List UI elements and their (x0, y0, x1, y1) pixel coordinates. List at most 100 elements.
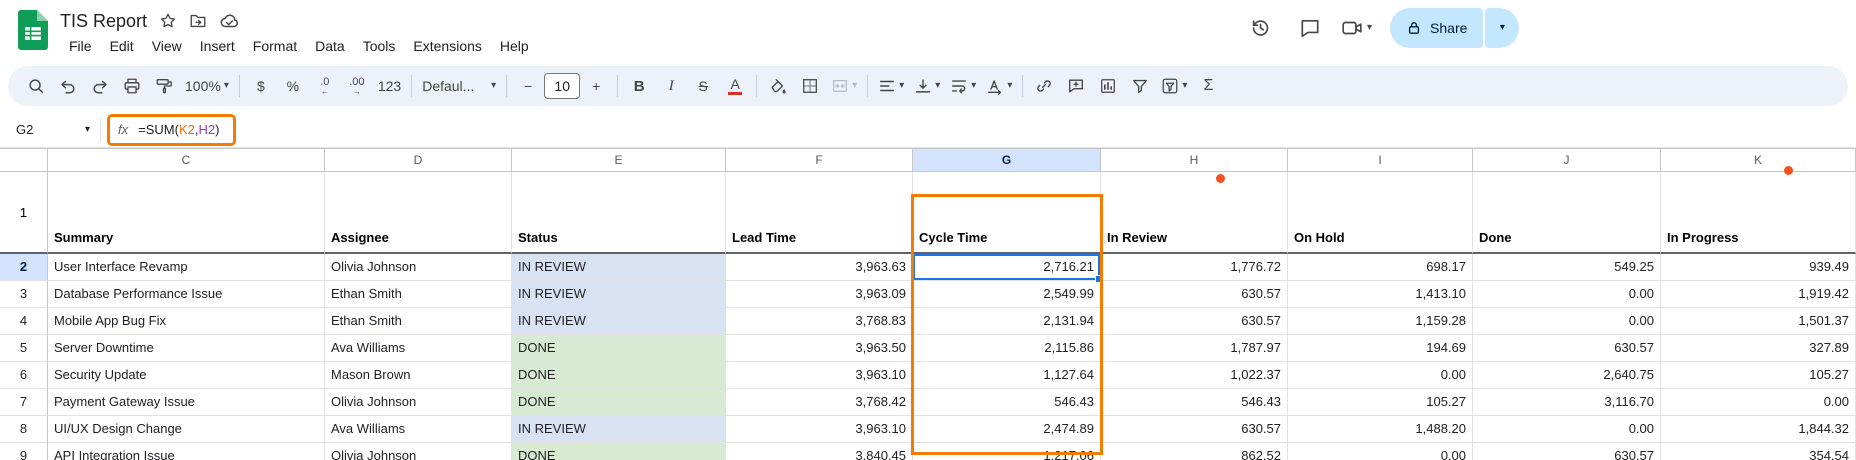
cell-status[interactable]: DONE (512, 335, 726, 362)
cell-in-progress[interactable]: 1,501.37 (1661, 308, 1856, 335)
menu-extensions[interactable]: Extensions (404, 36, 490, 56)
cell-lead-time[interactable]: 3,840.45 (726, 443, 913, 460)
cell-assignee[interactable]: Mason Brown (325, 362, 512, 389)
cell-assignee[interactable]: Ava Williams (325, 335, 512, 362)
insert-link-button[interactable] (1028, 71, 1060, 101)
column-header-e[interactable]: E (512, 148, 726, 172)
redo-button[interactable] (84, 71, 116, 101)
font-select[interactable]: Defaul... ▾ (417, 71, 501, 101)
cell-on-hold[interactable]: 194.69 (1288, 335, 1473, 362)
cell-summary-header[interactable]: Summary (48, 172, 325, 254)
borders-button[interactable] (794, 71, 826, 101)
name-box[interactable]: G2 ▾ (0, 122, 100, 137)
menu-edit[interactable]: Edit (101, 36, 143, 56)
cell-on-hold[interactable]: 1,488.20 (1288, 416, 1473, 443)
cell-in-review[interactable]: 862.52 (1101, 443, 1288, 460)
column-header-i[interactable]: I (1288, 148, 1473, 172)
cell-lead-time[interactable]: 3,768.83 (726, 308, 913, 335)
cell-on-hold-header[interactable]: On Hold (1288, 172, 1473, 254)
row-number[interactable]: 3 (0, 281, 48, 308)
increase-font-size-button[interactable]: + (580, 71, 612, 101)
cell-on-hold[interactable]: 105.27 (1288, 389, 1473, 416)
cell-status[interactable]: DONE (512, 443, 726, 460)
cell-summary[interactable]: UI/UX Design Change (48, 416, 325, 443)
cell-in-progress[interactable]: 354.54 (1661, 443, 1856, 460)
filter-views-button[interactable]: ▾ (1156, 71, 1192, 101)
cell-assignee[interactable]: Olivia Johnson (325, 254, 512, 281)
cell-summary[interactable]: API Integration Issue (48, 443, 325, 460)
cell-in-review[interactable]: 630.57 (1101, 416, 1288, 443)
cell-in-review[interactable]: 630.57 (1101, 281, 1288, 308)
cell-in-progress[interactable]: 0.00 (1661, 389, 1856, 416)
cell-assignee[interactable]: Olivia Johnson (325, 389, 512, 416)
insert-comment-button[interactable] (1060, 71, 1092, 101)
column-header-f[interactable]: F (726, 148, 913, 172)
cell-lead-time-header[interactable]: Lead Time (726, 172, 913, 254)
cell-done-header[interactable]: Done (1473, 172, 1661, 254)
cell-cycle-time[interactable]: 2,716.21 (913, 254, 1101, 281)
cell-done[interactable]: 3,116.70 (1473, 389, 1661, 416)
share-options-button[interactable]: ▾ (1485, 8, 1519, 48)
cell-assignee[interactable]: Ava Williams (325, 416, 512, 443)
cell-in-review[interactable]: 630.57 (1101, 308, 1288, 335)
cell-status-header[interactable]: Status (512, 172, 726, 254)
cell-cycle-time[interactable]: 2,115.86 (913, 335, 1101, 362)
vertical-align-button[interactable]: ▾ (909, 71, 945, 101)
cell-done[interactable]: 0.00 (1473, 416, 1661, 443)
text-wrapping-button[interactable]: ▾ (945, 71, 981, 101)
column-header-j[interactable]: J (1473, 148, 1661, 172)
row-number[interactable]: 8 (0, 416, 48, 443)
cell-summary[interactable]: Mobile App Bug Fix (48, 308, 325, 335)
cell-in-progress[interactable]: 105.27 (1661, 362, 1856, 389)
cell-cycle-time[interactable]: 1,127.64 (913, 362, 1101, 389)
cell-lead-time[interactable]: 3,768.42 (726, 389, 913, 416)
strikethrough-button[interactable]: S (687, 71, 719, 101)
cell-status[interactable]: IN REVIEW (512, 308, 726, 335)
cell-done[interactable]: 0.00 (1473, 308, 1661, 335)
cell-cycle-time[interactable]: 1,217.06 (913, 443, 1101, 460)
print-button[interactable] (116, 71, 148, 101)
row-number[interactable]: 7 (0, 389, 48, 416)
column-header-c[interactable]: C (48, 148, 325, 172)
cell-in-progress[interactable]: 939.49 (1661, 254, 1856, 281)
increase-decimals-button[interactable]: .00→ (341, 71, 373, 101)
cell-summary[interactable]: Payment Gateway Issue (48, 389, 325, 416)
more-formats-button[interactable]: 123 (373, 71, 406, 101)
cell-in-review[interactable]: 546.43 (1101, 389, 1288, 416)
cell-done[interactable]: 630.57 (1473, 335, 1661, 362)
cell-lead-time[interactable]: 3,963.63 (726, 254, 913, 281)
paint-format-button[interactable] (148, 71, 180, 101)
cell-done[interactable]: 549.25 (1473, 254, 1661, 281)
meet-video-button[interactable]: ▾ (1340, 17, 1372, 39)
row-number[interactable]: 4 (0, 308, 48, 335)
cell-cycle-time[interactable]: 2,131.94 (913, 308, 1101, 335)
cell-in-review[interactable]: 1,787.97 (1101, 335, 1288, 362)
menu-view[interactable]: View (143, 36, 191, 56)
menu-insert[interactable]: Insert (191, 36, 244, 56)
cell-in-progress-header[interactable]: In Progress (1661, 172, 1856, 254)
column-header-h[interactable]: H (1101, 148, 1288, 172)
cell-in-progress[interactable]: 1,844.32 (1661, 416, 1856, 443)
cell-lead-time[interactable]: 3,963.50 (726, 335, 913, 362)
cell-in-review[interactable]: 1,022.37 (1101, 362, 1288, 389)
cell-done[interactable]: 0.00 (1473, 281, 1661, 308)
row-number[interactable]: 9 (0, 443, 48, 460)
row-number[interactable]: 5 (0, 335, 48, 362)
menu-file[interactable]: File (60, 36, 101, 56)
column-header-k[interactable]: K (1661, 148, 1856, 172)
undo-button[interactable] (52, 71, 84, 101)
italic-button[interactable]: I (655, 71, 687, 101)
star-icon[interactable] (159, 12, 177, 30)
create-filter-button[interactable] (1124, 71, 1156, 101)
cell-done[interactable]: 2,640.75 (1473, 362, 1661, 389)
zoom-select[interactable]: 100% ▾ (180, 71, 234, 101)
font-size-input[interactable]: 10 (544, 73, 580, 99)
cell-assignee[interactable]: Ethan Smith (325, 281, 512, 308)
bold-button[interactable]: B (623, 71, 655, 101)
cell-in-progress[interactable]: 327.89 (1661, 335, 1856, 362)
menu-tools[interactable]: Tools (354, 36, 405, 56)
fill-color-button[interactable] (762, 71, 794, 101)
text-rotation-button[interactable]: ▾ (981, 71, 1017, 101)
comments-icon[interactable] (1290, 8, 1330, 48)
formula-input[interactable]: =SUM(K2,H2) (138, 122, 219, 137)
